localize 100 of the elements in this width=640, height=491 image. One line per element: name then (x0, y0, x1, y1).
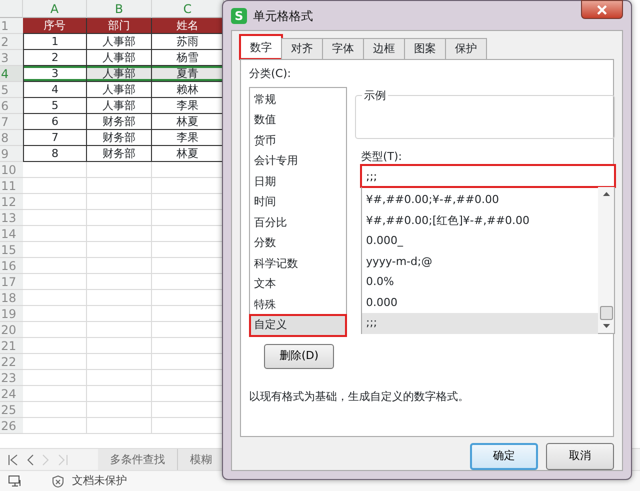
format-item[interactable]: yyyy-m-d;@ (362, 252, 598, 272)
category-item[interactable]: 百分比 (250, 212, 346, 233)
row-header[interactable]: 3 (0, 50, 23, 66)
table-cell: 8 (23, 146, 87, 162)
empty-cell (87, 274, 152, 290)
table-cell: 部门 (87, 18, 152, 34)
scrollbar[interactable] (598, 187, 614, 333)
empty-cell (87, 402, 152, 418)
close-icon (597, 4, 607, 14)
column-header[interactable]: B (87, 0, 152, 18)
table-cell: 人事部 (87, 34, 152, 50)
row-header[interactable]: 14 (0, 226, 23, 242)
row-header[interactable]: 13 (0, 210, 23, 226)
table-cell: 财务部 (87, 114, 152, 130)
row-header[interactable]: 9 (0, 146, 23, 162)
ok-button[interactable]: 确定 (470, 443, 538, 470)
dialog-tab[interactable]: 字体 (322, 38, 364, 59)
category-item[interactable]: 日期 (250, 172, 346, 192)
sheet-tab[interactable]: 多条件查找 (98, 448, 178, 470)
category-item[interactable]: 货币 (250, 130, 346, 151)
category-item[interactable]: 常规 (250, 90, 346, 110)
category-item[interactable]: 时间 (250, 192, 346, 212)
category-item[interactable]: 自定义 (250, 315, 346, 336)
empty-cell (87, 194, 152, 210)
empty-cell (87, 370, 152, 386)
row-header[interactable]: 20 (0, 322, 23, 338)
row-header[interactable]: 24 (0, 386, 23, 402)
format-item[interactable]: 0.000 (362, 292, 598, 313)
table-cell: 人事部 (87, 66, 152, 82)
dialog-tab[interactable]: 边框 (363, 38, 405, 59)
row-header[interactable]: 6 (0, 98, 23, 114)
row-header[interactable]: 7 (0, 114, 23, 130)
table-cell: 1 (23, 34, 87, 50)
empty-cell (87, 258, 152, 274)
table-cell: 4 (23, 82, 87, 98)
row-header[interactable]: 10 (0, 162, 23, 178)
description-text: 以现有格式为基础，生成自定义的数字格式。 (249, 388, 470, 404)
scroll-up-icon[interactable] (602, 191, 610, 196)
empty-cell (87, 162, 152, 178)
row-header[interactable]: 22 (0, 354, 23, 370)
row-header[interactable]: 16 (0, 258, 23, 274)
dialog-tab[interactable]: 图案 (404, 38, 446, 59)
category-item[interactable]: 科学记数 (250, 254, 346, 274)
dialog-tab[interactable]: 数字 (240, 35, 282, 59)
table-cell: 人事部 (87, 82, 152, 98)
format-item[interactable]: ;;; (362, 313, 598, 334)
scrollbar-thumb[interactable] (600, 306, 612, 320)
row-header[interactable]: 17 (0, 274, 23, 290)
first-sheet-icon[interactable] (8, 454, 18, 466)
format-item[interactable]: ¥#,##0.00;[红色]¥-#,##0.00 (362, 210, 598, 231)
cancel-button[interactable]: 取消 (546, 443, 614, 470)
table-cell: 序号 (23, 18, 87, 34)
close-button[interactable] (581, 0, 623, 19)
table-cell: 人事部 (87, 98, 152, 114)
delete-button[interactable]: 删除(D) (264, 344, 334, 368)
empty-cell (87, 322, 152, 338)
row-header[interactable]: 26 (0, 418, 23, 434)
dialog-tab[interactable]: 保护 (445, 38, 487, 59)
empty-cell (87, 226, 152, 242)
row-header[interactable]: 21 (0, 338, 23, 354)
category-item[interactable]: 文本 (250, 274, 346, 294)
column-header[interactable]: C (152, 0, 224, 18)
table-cell: 财务部 (87, 130, 152, 146)
table-cell: 3 (23, 66, 87, 82)
row-header[interactable]: 8 (0, 130, 23, 146)
category-item[interactable]: 分数 (250, 233, 346, 254)
type-field[interactable]: ;;; (361, 165, 615, 187)
row-header[interactable]: 15 (0, 242, 23, 258)
scroll-down-icon[interactable] (602, 324, 610, 329)
category-item[interactable]: 特殊 (250, 294, 346, 315)
monitor-icon[interactable] (8, 474, 22, 488)
category-item[interactable]: 数值 (250, 110, 346, 130)
column-header[interactable]: A (23, 0, 87, 18)
table-cell: 5 (23, 98, 87, 114)
row-header[interactable]: 4 (0, 66, 23, 82)
row-header[interactable]: 23 (0, 370, 23, 386)
category-item[interactable]: 会计专用 (250, 151, 346, 172)
shield-icon[interactable] (52, 474, 64, 488)
row-header[interactable]: 18 (0, 290, 23, 306)
table-cell: 6 (23, 114, 87, 130)
dialog-tab[interactable]: 对齐 (281, 38, 323, 59)
empty-cell (87, 290, 152, 306)
previous-sheet-icon[interactable] (26, 454, 34, 466)
row-header[interactable]: 2 (0, 34, 23, 50)
row-header[interactable]: 1 (0, 18, 23, 34)
row-header[interactable]: 5 (0, 82, 23, 98)
row-header[interactable]: 25 (0, 402, 23, 418)
row-header[interactable]: 19 (0, 306, 23, 322)
empty-cell (87, 338, 152, 354)
table-cell: 7 (23, 130, 87, 146)
format-item[interactable]: 0.0% (362, 272, 598, 292)
row-header[interactable]: 11 (0, 178, 23, 194)
empty-cell (87, 354, 152, 370)
format-item[interactable]: 0.000_ (362, 231, 598, 252)
format-item[interactable]: ¥#,##0.00;¥-#,##0.00 (362, 190, 598, 210)
row-header[interactable]: 12 (0, 194, 23, 210)
status-text: 文档未保护 (72, 472, 127, 489)
category-label: 分类(C): (249, 66, 291, 82)
table-cell: 夏青 (152, 66, 224, 82)
sheet-tab[interactable]: 模糊 (178, 448, 225, 470)
